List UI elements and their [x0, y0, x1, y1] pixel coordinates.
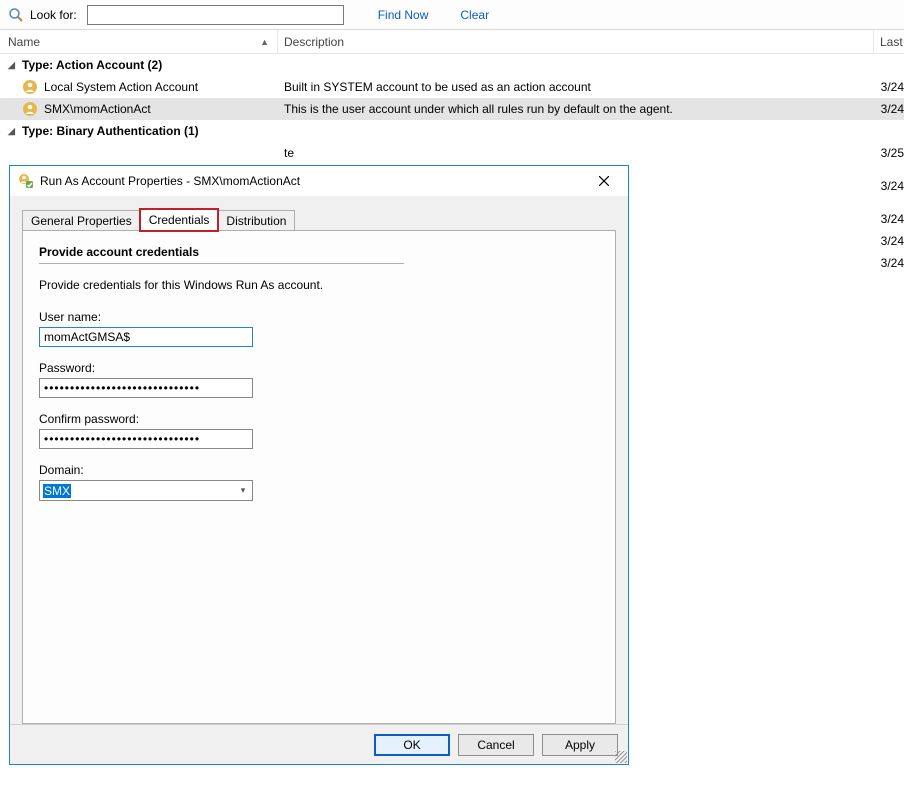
password-label: Password:: [39, 361, 599, 375]
grid-header: Name ▲ Description Last: [0, 30, 904, 54]
row-description: This is the user account under which all…: [278, 102, 874, 116]
close-button[interactable]: [584, 167, 624, 195]
column-header-last[interactable]: Last: [874, 30, 904, 53]
group-action-label: Type: Action Account (2): [22, 58, 162, 72]
tab-credentials[interactable]: Credentials: [140, 209, 219, 231]
confirm-password-label: Confirm password:: [39, 412, 599, 426]
search-icon: [8, 7, 24, 23]
domain-selected: SMX: [40, 483, 234, 499]
group-action-account[interactable]: ◢ Type: Action Account (2): [0, 54, 904, 76]
clear-link[interactable]: Clear: [460, 8, 489, 22]
row-name: SMX\momActionAct: [44, 102, 151, 116]
dialog-titlebar[interactable]: Run As Account Properties - SMX\momActio…: [10, 166, 628, 196]
column-header-description[interactable]: Description: [278, 30, 874, 53]
confirm-password-input[interactable]: [39, 429, 253, 449]
table-row[interactable]: Local System Action Account Built in SYS…: [0, 76, 904, 98]
credentials-panel: Provide account credentials Provide cred…: [22, 230, 616, 724]
tab-distribution[interactable]: Distribution: [217, 210, 295, 231]
run-as-properties-dialog: Run As Account Properties - SMX\momActio…: [9, 165, 629, 765]
sort-asc-icon: ▲: [260, 37, 269, 47]
panel-hint: Provide credentials for this Windows Run…: [39, 278, 599, 292]
row-last: 3/25: [874, 146, 904, 160]
chevron-down-icon[interactable]: ▾: [234, 485, 252, 496]
ok-button[interactable]: OK: [374, 734, 450, 756]
password-input[interactable]: [39, 378, 253, 398]
column-header-name[interactable]: Name ▲: [0, 30, 278, 53]
table-row[interactable]: te 3/25: [0, 142, 904, 164]
dialog-footer: OK Cancel Apply: [10, 724, 628, 764]
dialog-title: Run As Account Properties - SMX\momActio…: [40, 174, 578, 188]
account-icon: [22, 101, 38, 117]
account-icon: [22, 79, 38, 95]
group-binary-label: Type: Binary Authentication (1): [22, 124, 199, 138]
dialog-body: General Properties Credentials Distribut…: [10, 196, 628, 724]
search-input[interactable]: [87, 5, 344, 25]
resize-grip[interactable]: [615, 751, 627, 763]
column-header-name-label: Name: [8, 35, 40, 49]
row-name: Local System Action Account: [44, 80, 198, 94]
dialog-icon: [18, 173, 34, 189]
close-icon: [599, 176, 609, 186]
domain-combobox[interactable]: SMX ▾: [39, 480, 253, 501]
group-binary-auth[interactable]: ◢ Type: Binary Authentication (1): [0, 120, 904, 142]
table-row[interactable]: SMX\momActionAct This is the user accoun…: [0, 98, 904, 120]
cancel-button[interactable]: Cancel: [458, 734, 534, 756]
collapse-icon[interactable]: ◢: [8, 60, 18, 71]
look-for-label: Look for:: [30, 8, 77, 22]
apply-button[interactable]: Apply: [542, 734, 618, 756]
search-toolbar: Look for: Find Now Clear: [0, 0, 904, 30]
row-last: 3/24: [874, 102, 904, 116]
panel-rule: [39, 263, 404, 264]
username-label: User name:: [39, 310, 599, 324]
panel-title: Provide account credentials: [39, 245, 599, 259]
row-description: Built in SYSTEM account to be used as an…: [278, 80, 874, 94]
find-now-link[interactable]: Find Now: [378, 8, 429, 22]
tab-strip: General Properties Credentials Distribut…: [22, 208, 616, 231]
tab-general-properties[interactable]: General Properties: [22, 210, 141, 231]
row-last: 3/24: [874, 80, 904, 94]
domain-label: Domain:: [39, 463, 599, 477]
collapse-icon[interactable]: ◢: [8, 126, 18, 137]
username-input[interactable]: [39, 327, 253, 347]
